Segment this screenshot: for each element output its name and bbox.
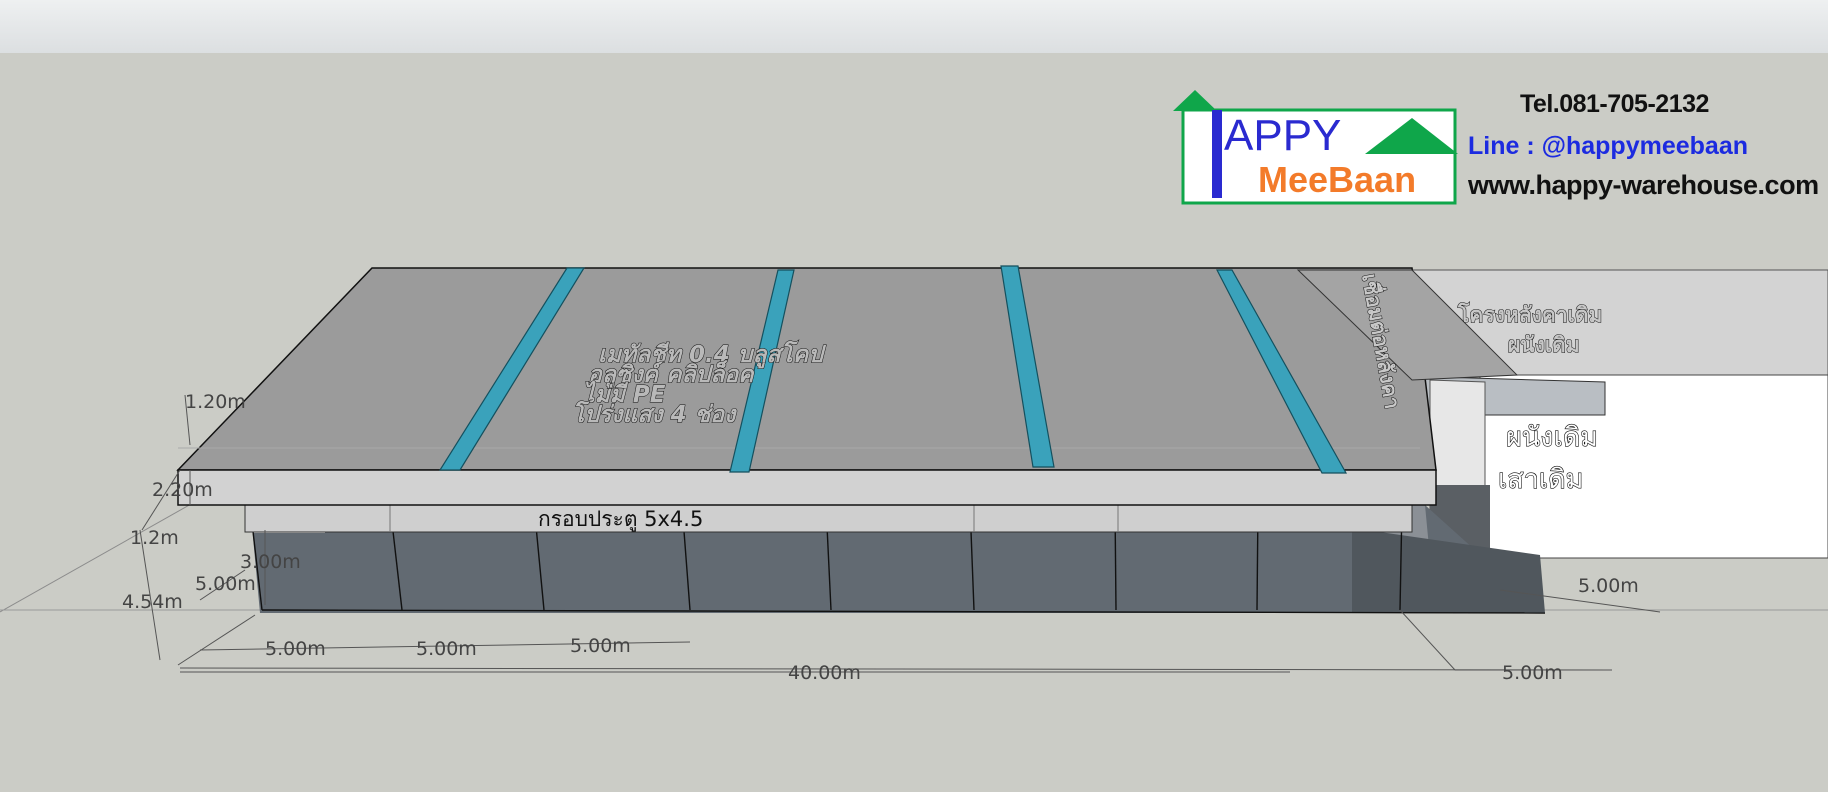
dim-2-20: 2.20m	[152, 479, 213, 501]
dim-4-54: 4.54m	[122, 591, 183, 613]
roof-spec-line-4: โปร่งแสง 4 ช่อง	[572, 400, 737, 428]
dim-bay-3: 5.00m	[570, 635, 631, 657]
dim-extension-right: 5.00m	[1578, 575, 1639, 597]
metal-sheet-roof	[176, 267, 1519, 506]
existing-post-label: เสาเดิม	[1498, 464, 1583, 495]
existing-roof-label: โครงหลังคาเดิม	[1457, 302, 1602, 327]
logo-appy: APPY	[1224, 111, 1341, 160]
happy-meebaan-logo: APPY MeeBaan	[1173, 90, 1458, 205]
website-url[interactable]: www.happy-warehouse.com	[1468, 170, 1819, 201]
line-id[interactable]: Line : @happymeebaan	[1468, 132, 1748, 161]
dim-bay-1: 5.00m	[265, 638, 326, 660]
dim-5-00-side: 5.00m	[195, 573, 256, 595]
logo-meebaan: MeeBaan	[1258, 159, 1416, 200]
existing-wall-label: ผนังเดิม	[1506, 422, 1598, 453]
door-frame-label: กรอบประตู 5x4.5	[538, 507, 703, 532]
dim-total-length: 40.00m	[788, 662, 861, 684]
phone-number: Tel.081-705-2132	[1520, 90, 1709, 118]
dim-1-2: 1.2m	[130, 527, 179, 549]
dim-bay-2: 5.00m	[416, 638, 477, 660]
dim-3-00: 3.00m	[240, 551, 301, 573]
dim-extension-bottom: 5.00m	[1502, 662, 1563, 684]
existing-wall-top-label: ผนังเดิม	[1508, 333, 1580, 357]
warehouse-interior	[244, 504, 1546, 614]
dim-roof-rise: 1.20m	[185, 391, 246, 413]
